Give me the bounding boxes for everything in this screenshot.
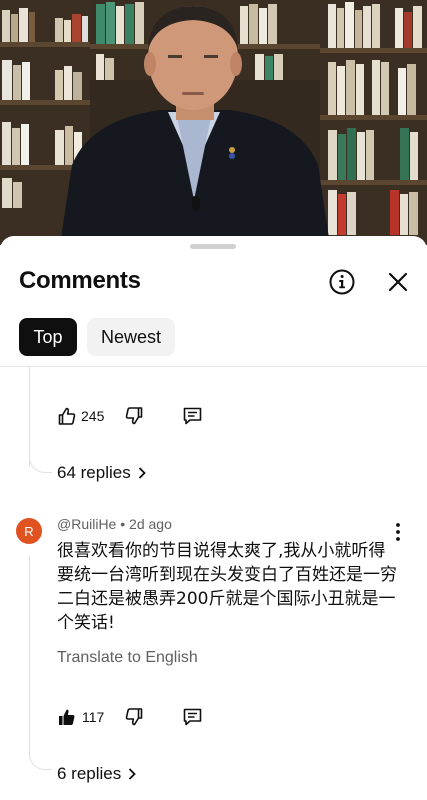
thread-line (29, 556, 30, 758)
reply-icon (183, 407, 202, 425)
comment-meta: @RuiliHe • 2d ago (57, 516, 172, 532)
reply-icon (183, 708, 202, 726)
tab-newest[interactable]: Newest (87, 318, 175, 356)
chevron-right-icon (129, 768, 137, 780)
tabs-divider (0, 366, 427, 367)
thumbs-up-filled-icon (59, 709, 75, 725)
replies-count: 6 replies (57, 764, 122, 783)
video-player[interactable] (0, 0, 427, 245)
thread-curve (29, 452, 52, 473)
chevron-right-icon (138, 467, 146, 479)
thumbs-down-icon (125, 407, 143, 425)
thumbs-up-icon (58, 407, 76, 425)
info-icon[interactable] (326, 266, 358, 298)
like-button[interactable]: 117 (57, 707, 104, 727)
dislike-button[interactable] (124, 406, 144, 426)
replies-toggle[interactable]: 6 replies (57, 764, 137, 784)
like-count: 117 (82, 709, 105, 725)
comments-sheet: Comments Top Newest 245 64 replies R @Ru… (0, 236, 427, 800)
tab-top[interactable]: Top (19, 318, 77, 356)
replies-toggle[interactable]: 64 replies (57, 463, 147, 483)
sheet-title: Comments (19, 267, 141, 294)
replies-count: 64 replies (57, 463, 131, 482)
like-count: 245 (81, 408, 105, 424)
comment-text: 很喜欢看你的节目说得太爽了,我从小就听得要统一台湾听到现在头发变白了百姓还是一穷… (57, 541, 397, 633)
comment-author[interactable]: @RuiliHe (57, 516, 116, 532)
drag-handle[interactable] (190, 244, 236, 249)
reply-button[interactable] (182, 707, 203, 727)
avatar[interactable]: R (16, 518, 42, 544)
thumbs-down-icon (125, 708, 143, 726)
translate-link[interactable]: Translate to English (57, 649, 198, 667)
dislike-button[interactable] (124, 707, 144, 727)
close-icon[interactable] (382, 266, 414, 298)
like-button[interactable]: 245 (57, 406, 104, 426)
reply-button[interactable] (182, 406, 203, 426)
video-frame (0, 0, 427, 245)
thread-curve (29, 749, 52, 770)
comment-time: 2d ago (129, 516, 172, 532)
